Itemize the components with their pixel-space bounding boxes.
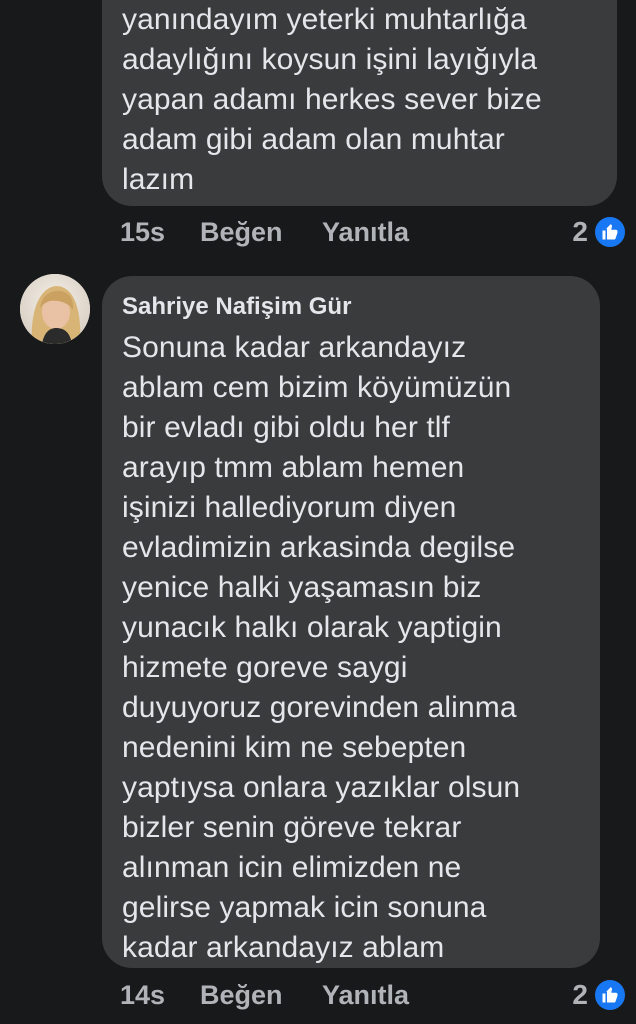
- like-icon: [592, 214, 628, 250]
- reaction-summary[interactable]: 2: [572, 212, 628, 252]
- comment-text: yanındayım yeterki muhtarlığa adaylığını…: [122, 3, 542, 196]
- like-icon: [592, 977, 628, 1013]
- like-button[interactable]: Beğen: [200, 980, 322, 1011]
- comment-actions: 14s Beğen Yanıtla: [120, 975, 409, 1015]
- comment-timestamp[interactable]: 15s: [120, 217, 200, 248]
- comment-actions: 15s Beğen Yanıtla: [120, 212, 409, 252]
- avatar[interactable]: [20, 274, 90, 344]
- comment-bubble: yanındayım yeterki muhtarlığa adaylığını…: [102, 0, 617, 206]
- comment-text: Sonuna kadar arkandayız ablam cem bizim …: [122, 331, 521, 964]
- comment-author[interactable]: Sahriye Nafişim Gür: [122, 290, 580, 324]
- profile-photo: [20, 274, 90, 344]
- reaction-count: 2: [572, 979, 588, 1010]
- reply-button[interactable]: Yanıtla: [322, 217, 409, 248]
- reaction-count: 2: [572, 216, 588, 247]
- comment-bubble: Sahriye Nafişim Gür Sonuna kadar arkanda…: [102, 276, 600, 968]
- reply-button[interactable]: Yanıtla: [322, 980, 409, 1011]
- like-button[interactable]: Beğen: [200, 217, 322, 248]
- reaction-summary[interactable]: 2: [572, 975, 628, 1015]
- comment-timestamp[interactable]: 14s: [120, 980, 200, 1011]
